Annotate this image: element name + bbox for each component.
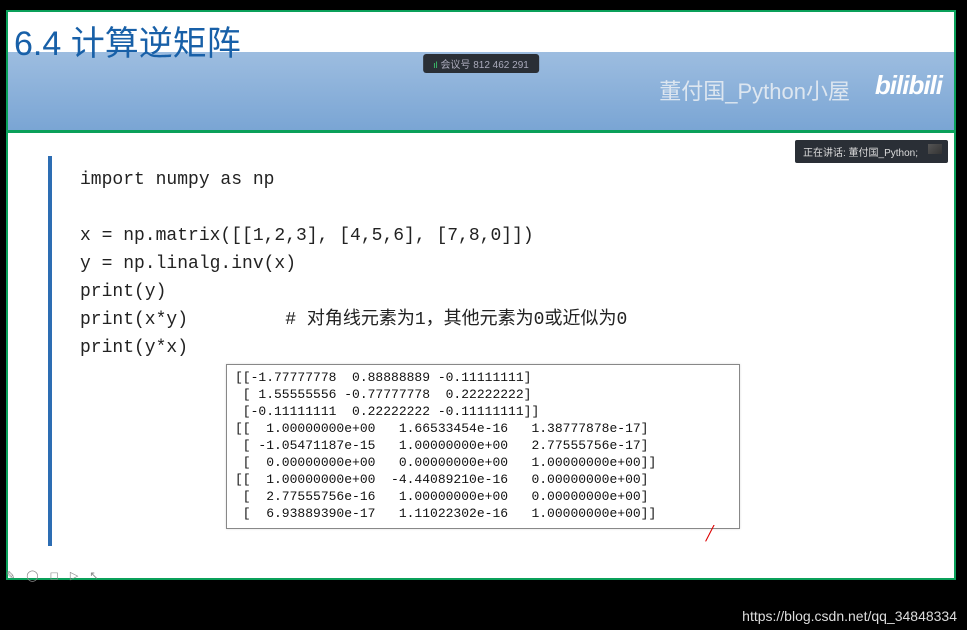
cursor-mark: ╱ <box>706 525 714 542</box>
code-line: print(x*y) # 对角线元素为1，其他元素为0或近似为0 <box>80 310 627 330</box>
code-line: import numpy as np <box>80 170 274 190</box>
author-watermark: 董付国_Python小屋 <box>659 74 850 106</box>
code-line: print(y*x) <box>80 338 188 358</box>
drawing-toolbar[interactable]: ✎ ◯ ◻ ▷ ↖ <box>6 569 117 582</box>
code-line: y = np.linalg.inv(x) <box>80 254 296 274</box>
accent-bar <box>48 156 52 546</box>
output-box: [[-1.77777778 0.88888889 -0.11111111] [ … <box>226 364 740 529</box>
meeting-id-badge: ıl 会议号 812 462 291 <box>423 54 539 73</box>
slide-frame: 6.4 计算逆矩阵 董付国_Python小屋 bilibili ıl 会议号 8… <box>6 10 956 580</box>
bilibili-logo: bilibili <box>875 70 942 101</box>
meeting-prefix: 会议号 <box>440 60 470 71</box>
code-line: print(y) <box>80 282 166 302</box>
source-url: https://blog.csdn.net/qq_34848334 <box>742 608 957 624</box>
signal-icon: ıl <box>433 60 438 70</box>
slide-title: 6.4 计算逆矩阵 <box>14 16 241 65</box>
code-line: x = np.matrix([[1,2,3], [4,5,6], [7,8,0]… <box>80 226 534 246</box>
code-block: import numpy as np x = np.matrix([[1,2,3… <box>80 166 627 362</box>
slide-content: import numpy as np x = np.matrix([[1,2,3… <box>34 146 944 568</box>
meeting-id: 812 462 291 <box>473 60 529 71</box>
